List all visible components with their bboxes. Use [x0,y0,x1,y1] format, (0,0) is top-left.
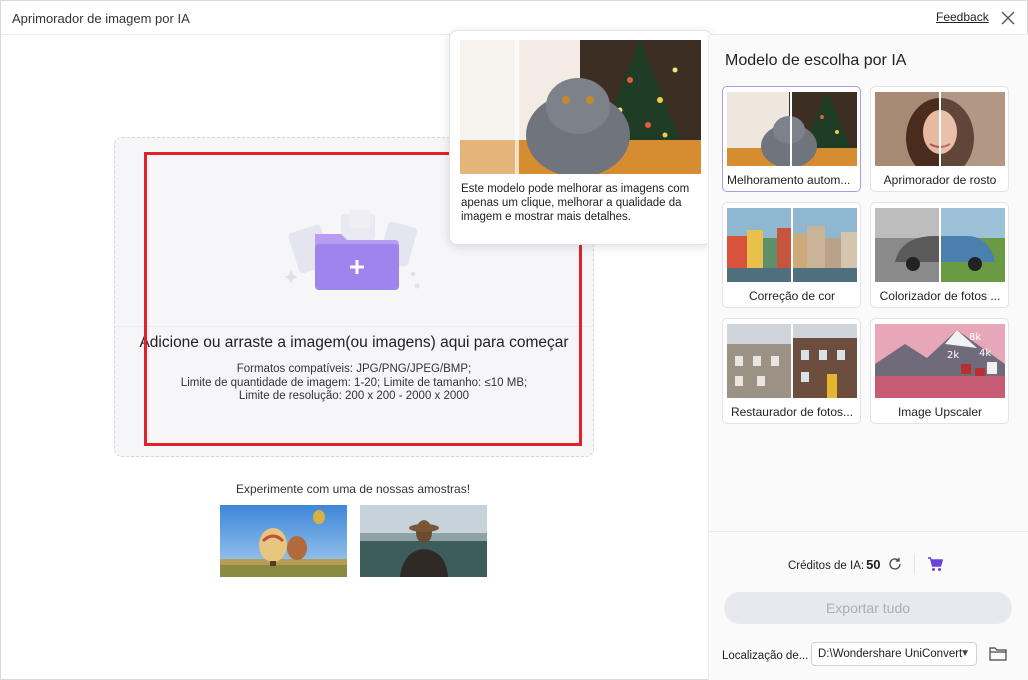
model-label: Colorizador de fotos ... [879,289,1001,303]
tooltip-description: Este modelo pode melhorar as imagens com… [461,183,690,223]
model-thumb [875,208,1005,282]
chevron-down-icon: ▼ [960,648,970,659]
dropzone-divider [115,326,593,327]
folder-add-icon [285,210,420,290]
app-window: Aprimorador de imagem por IA Feedback Ad… [0,0,1028,680]
model-label: Melhoramento autom... [727,173,851,187]
model-thumb: 8k 2k 4k [875,324,1005,398]
refresh-credits-button[interactable] [887,556,903,572]
feedback-link[interactable]: Feedback [936,10,989,24]
svg-text:8k: 8k [969,332,981,343]
dropzone-info: Formatos compatíveis: JPG/PNG/JPEG/BMP; … [115,363,593,404]
model-thumb [727,92,857,166]
model-label: Correção de cor [748,289,836,303]
model-label: Image Upscaler [897,405,983,419]
location-value: D:\Wondershare UniConvert [818,648,963,660]
buy-credits-button[interactable] [927,556,944,572]
model-card-photo-restorer[interactable]: Restaurador de fotos... [722,318,861,424]
export-all-button[interactable]: Exportar tudo [724,592,1012,624]
credits-value: 50 [866,557,881,572]
window-title: Aprimorador de imagem por IA [12,11,190,26]
model-card-auto-enhance[interactable]: Melhoramento autom... [722,86,861,192]
ai-credits: Créditos de IA: 50 [788,557,881,572]
model-tooltip: Este modelo pode melhorar as imagens com… [449,30,712,245]
model-card-photo-colorizer[interactable]: Colorizador de fotos ... [870,202,1009,308]
model-label: Restaurador de fotos... [730,405,854,419]
sample-image-woman[interactable] [360,505,487,577]
model-thumb [727,324,857,398]
model-card-face-enhancer[interactable]: Aprimorador de rosto [870,86,1009,192]
dropzone-title: Adicione ou arraste a imagem(ou imagens)… [139,334,569,351]
credits-divider [914,553,915,575]
svg-text:4k: 4k [979,348,991,359]
open-folder-button[interactable] [989,646,1007,661]
formats-text: Formatos compatíveis: JPG/PNG/JPEG/BMP; [236,363,472,375]
tooltip-preview-image [460,40,701,174]
panel-title: Modelo de escolha por IA [725,52,907,69]
panel-separator [709,531,1028,532]
location-label: Localização de... [722,650,809,662]
model-thumb [875,92,1005,166]
model-card-image-upscaler[interactable]: 8k 2k 4k Image Upscaler [870,318,1009,424]
model-thumb [727,208,857,282]
close-icon [1001,11,1015,25]
cart-icon [928,557,943,571]
model-label: Aprimorador de rosto [883,173,997,187]
credits-label: Créditos de IA: [788,560,865,572]
model-card-color-correction[interactable]: Correção de cor [722,202,861,308]
limits-text: Limite de quantidade de imagem: 1-20; Li… [180,376,528,389]
folder-icon [989,647,1007,661]
refresh-icon [889,557,901,570]
svg-text:2k: 2k [947,350,959,361]
samples-label: Experimente com uma de nossas amostras! [235,482,471,496]
close-button[interactable] [997,7,1019,29]
output-location-select[interactable]: D:\Wondershare UniConvert ▼ [811,642,977,666]
resolution-text: Limite de resolução: 200 x 200 - 2000 x … [238,390,470,402]
sample-image-balloons[interactable] [220,505,347,577]
